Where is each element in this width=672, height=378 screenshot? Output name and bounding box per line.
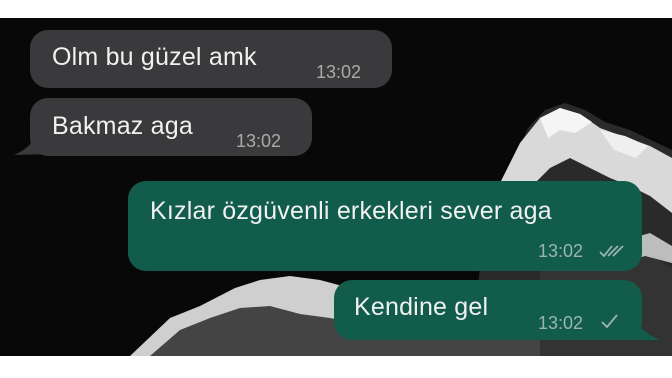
single-check-icon <box>601 314 618 329</box>
message-bubble[interactable]: Olm bu güzel amk 13:02 <box>30 30 392 88</box>
message-time: 13:02 <box>316 62 362 82</box>
message-bubble[interactable]: Bakmaz aga 13:02 <box>30 98 312 156</box>
message-time: 13:02 <box>538 313 584 333</box>
bubble-tail <box>618 310 660 340</box>
message-text: Kızlar özgüvenli erkekleri sever aga <box>150 197 552 225</box>
bubble-tail <box>14 128 52 155</box>
double-check-icon <box>599 245 624 258</box>
message-text: Kendine gel <box>354 293 489 321</box>
message-time: 13:02 <box>236 131 282 151</box>
message-time: 13:02 <box>538 241 584 261</box>
chat-area: Olm bu güzel amk 13:02 Bakmaz aga 13:02 … <box>0 18 672 356</box>
message-bubble[interactable]: Kendine gel 13:02 <box>334 280 642 340</box>
message-bubble[interactable]: Kızlar özgüvenli erkekleri sever aga 13:… <box>128 181 642 271</box>
message-text: Olm bu güzel amk <box>52 43 257 71</box>
message-text: Bakmaz aga <box>52 112 193 140</box>
